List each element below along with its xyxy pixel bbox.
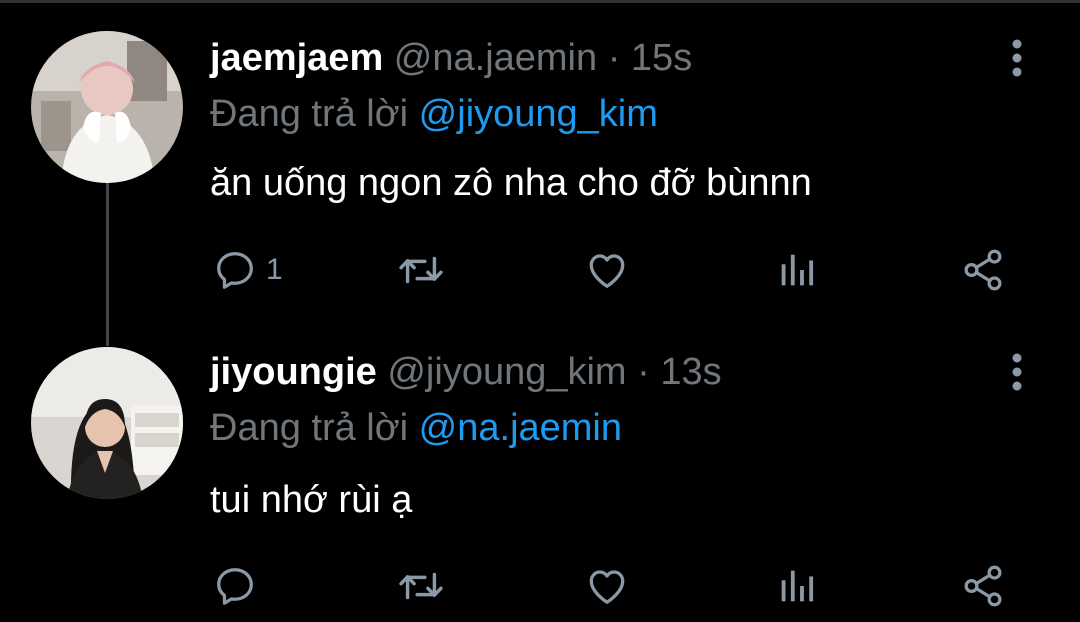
reply-icon	[217, 568, 253, 605]
more-options-button[interactable]	[1000, 350, 1034, 394]
retweet-icon	[399, 572, 443, 600]
tweet-text: ăn uống ngon zô nha cho đỡ bùnnn	[210, 162, 812, 204]
tweet-header: jiyoungie @jiyoung_kim · 13s	[210, 350, 722, 394]
stats-icon	[781, 254, 814, 286]
replying-to-label: Đang trả lời	[210, 93, 409, 135]
replying-to-label: Đang trả lời	[210, 407, 409, 449]
retweet-button[interactable]	[396, 558, 446, 614]
tweet[interactable]: jaemjaem @na.jaemin · 15s Đang trả lời @…	[0, 0, 1080, 330]
avatar[interactable]	[31, 347, 183, 499]
reply-count: 1	[266, 253, 283, 286]
stats-icon	[781, 570, 814, 602]
replying-to-handle[interactable]: @jiyoung_kim	[419, 93, 658, 135]
share-icon	[964, 249, 1002, 291]
user-handle[interactable]: @jiyoung_kim	[387, 351, 626, 393]
stats-button[interactable]	[774, 242, 820, 298]
stats-button[interactable]	[774, 558, 820, 614]
reply-icon	[217, 252, 253, 289]
reply-button[interactable]	[212, 558, 266, 614]
display-name[interactable]: jiyoungie	[210, 351, 377, 393]
user-handle[interactable]: @na.jaemin	[394, 37, 597, 79]
tweet-header: jaemjaem @na.jaemin · 15s	[210, 36, 692, 80]
heart-icon	[589, 570, 625, 604]
share-button[interactable]	[960, 242, 1006, 298]
like-button[interactable]	[584, 558, 630, 614]
timestamp[interactable]: 13s	[660, 351, 721, 393]
replying-to-handle[interactable]: @na.jaemin	[419, 407, 622, 449]
more-vertical-icon	[1012, 39, 1022, 77]
tweet-text: tui nhớ rùi ạ	[210, 479, 413, 521]
tweet-actions: 1	[0, 242, 1080, 298]
more-vertical-icon	[1012, 353, 1022, 391]
retweet-icon	[399, 256, 443, 284]
display-name[interactable]: jaemjaem	[210, 37, 383, 79]
share-icon	[964, 565, 1002, 607]
tweet[interactable]: jiyoungie @jiyoung_kim · 13s Đang trả lờ…	[0, 330, 1080, 622]
avatar[interactable]	[31, 31, 183, 183]
share-button[interactable]	[960, 558, 1006, 614]
meta-separator: ·	[637, 351, 650, 393]
reply-button[interactable]: 1	[212, 242, 283, 298]
heart-icon	[589, 254, 625, 288]
meta-separator: ·	[607, 37, 621, 79]
more-options-button[interactable]	[1000, 36, 1034, 80]
like-button[interactable]	[584, 242, 630, 298]
replying-to: Đang trả lời @na.jaemin	[210, 406, 622, 450]
replying-to: Đang trả lời @jiyoung_kim	[210, 92, 658, 136]
tweet-actions	[0, 558, 1080, 614]
timestamp[interactable]: 15s	[631, 37, 692, 79]
retweet-button[interactable]	[396, 242, 446, 298]
